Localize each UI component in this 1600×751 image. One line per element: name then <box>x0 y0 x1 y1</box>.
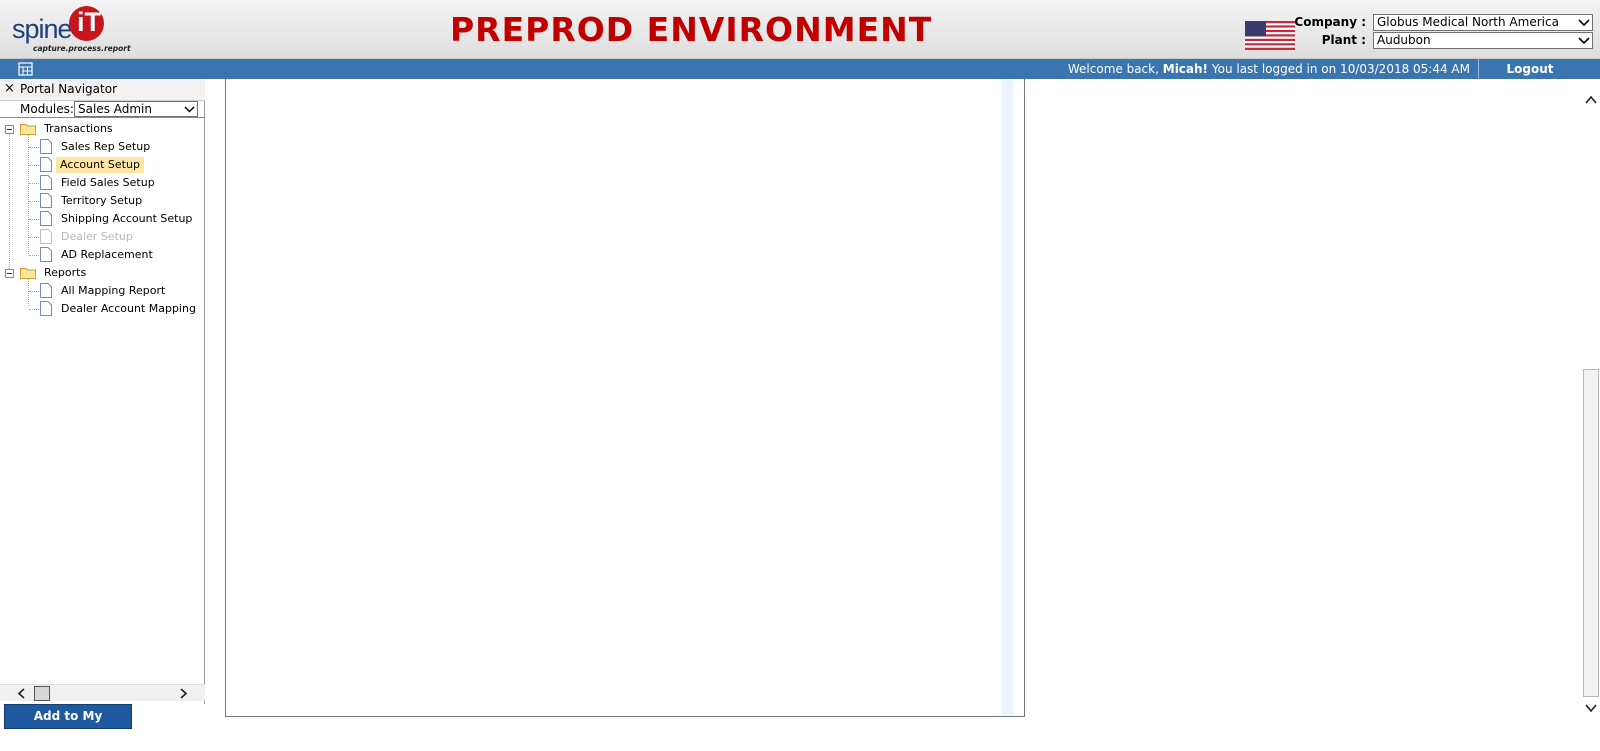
app-header: spine iT capture.process.report PREPROD … <box>0 0 1600 59</box>
modules-select[interactable]: Sales Admin <box>74 101 198 117</box>
tree-folder-reports[interactable]: Reports <box>0 265 200 281</box>
document-icon <box>40 175 52 190</box>
tree-connector <box>29 147 39 148</box>
tree-label: Reports <box>44 266 87 279</box>
logo-tagline: capture.process.report <box>33 44 131 53</box>
tree-folder-transactions[interactable]: Transactions <box>0 121 200 137</box>
tree-item-dealer-account-mapping[interactable]: Dealer Account Mapping <box>0 301 200 317</box>
document-icon <box>40 283 52 298</box>
navigator-header: × Portal Navigator <box>0 79 205 101</box>
welcome-message: Welcome back, Micah! You last logged in … <box>1067 62 1470 76</box>
tree-label: Shipping Account Setup <box>61 212 193 225</box>
tree-connector <box>29 183 39 184</box>
add-to-favorites-button[interactable]: Add to My Favorites <box>4 704 132 746</box>
content-frame <box>225 79 1025 717</box>
tree-connector <box>29 219 39 220</box>
tree-label: Dealer Account Mapping <box>61 302 196 315</box>
frame-edge <box>1002 79 1013 716</box>
tree-connector <box>29 255 39 256</box>
collapse-icon[interactable] <box>5 269 14 278</box>
tree-label: Sales Rep Setup <box>61 140 151 153</box>
tree-label: Account Setup <box>56 157 144 173</box>
tree-label: Dealer Setup <box>61 230 133 243</box>
document-icon <box>40 193 52 208</box>
tree-connector <box>29 237 39 238</box>
tree-item-dealer-setup: Dealer Setup <box>0 229 200 245</box>
user-name: Micah! <box>1162 62 1209 76</box>
company-value: Globus Medical North America <box>1377 15 1559 29</box>
document-icon <box>40 247 52 262</box>
environment-title: PREPROD ENVIRONMENT <box>450 10 933 49</box>
scroll-right-icon[interactable] <box>178 688 188 699</box>
folder-icon <box>20 124 36 135</box>
scrollbar-thumb[interactable] <box>1583 369 1599 697</box>
logo-mark: iT <box>69 6 104 41</box>
logout-link[interactable]: Logout <box>1480 62 1580 76</box>
plant-label: Plant : <box>1321 33 1366 47</box>
scroll-left-icon[interactable] <box>17 688 27 699</box>
tree-label: AD Replacement <box>61 248 153 261</box>
tree-connector <box>29 201 39 202</box>
tree-label: Field Sales Setup <box>61 176 155 189</box>
top-bar: Welcome back, Micah! You last logged in … <box>0 59 1600 79</box>
company-select[interactable]: Globus Medical North America <box>1373 14 1593 31</box>
divider <box>1478 59 1479 79</box>
portal-navigator: × Portal Navigator Modules: Sales Admin … <box>0 79 205 704</box>
tree-connector <box>29 165 39 166</box>
scrollbar-thumb[interactable] <box>34 686 50 701</box>
spineit-logo: spine iT capture.process.report <box>12 6 131 56</box>
scroll-down-icon[interactable] <box>1585 703 1597 713</box>
modules-label: Modules: <box>20 102 74 116</box>
tree-label: Transactions <box>44 122 113 135</box>
close-icon[interactable]: × <box>4 81 15 96</box>
tree-connector <box>29 309 39 310</box>
document-icon <box>40 229 52 244</box>
tree-label: Territory Setup <box>61 194 143 207</box>
modules-value: Sales Admin <box>78 102 152 116</box>
folder-icon <box>20 268 36 279</box>
modules-row: Modules: Sales Admin <box>0 101 205 118</box>
tree-item-ad-replacement[interactable]: AD Replacement <box>0 247 200 263</box>
tree-item-sales-rep-setup[interactable]: Sales Rep Setup <box>0 139 200 155</box>
tree-item-territory-setup[interactable]: Territory Setup <box>0 193 200 209</box>
tree-item-field-sales-setup[interactable]: Field Sales Setup <box>0 175 200 191</box>
document-icon <box>40 139 52 154</box>
plant-value: Audubon <box>1377 33 1431 47</box>
tree-connector <box>29 291 39 292</box>
navigator-title: Portal Navigator <box>20 82 118 96</box>
document-icon <box>40 211 52 226</box>
logo-word: spine <box>12 14 73 44</box>
chevron-down-icon <box>1578 37 1590 45</box>
tree-item-account-setup[interactable]: Account Setup <box>0 157 200 173</box>
plant-select[interactable]: Audubon <box>1373 32 1593 49</box>
tree-item-all-mapping-report[interactable]: All Mapping Report <box>0 283 200 299</box>
company-label: Company : <box>1294 15 1366 29</box>
chevron-down-icon <box>1578 19 1590 27</box>
grid-toggle-icon[interactable] <box>18 62 33 76</box>
navigator-horizontal-scrollbar[interactable] <box>0 684 205 701</box>
document-icon <box>40 301 52 316</box>
tree-item-shipping-account-setup[interactable]: Shipping Account Setup <box>0 211 200 227</box>
tree-label: All Mapping Report <box>61 284 166 297</box>
document-icon <box>40 157 52 172</box>
chevron-down-icon <box>184 106 195 113</box>
scroll-up-icon[interactable] <box>1585 95 1597 105</box>
page-vertical-scrollbar[interactable] <box>1582 79 1600 717</box>
collapse-icon[interactable] <box>5 125 14 134</box>
